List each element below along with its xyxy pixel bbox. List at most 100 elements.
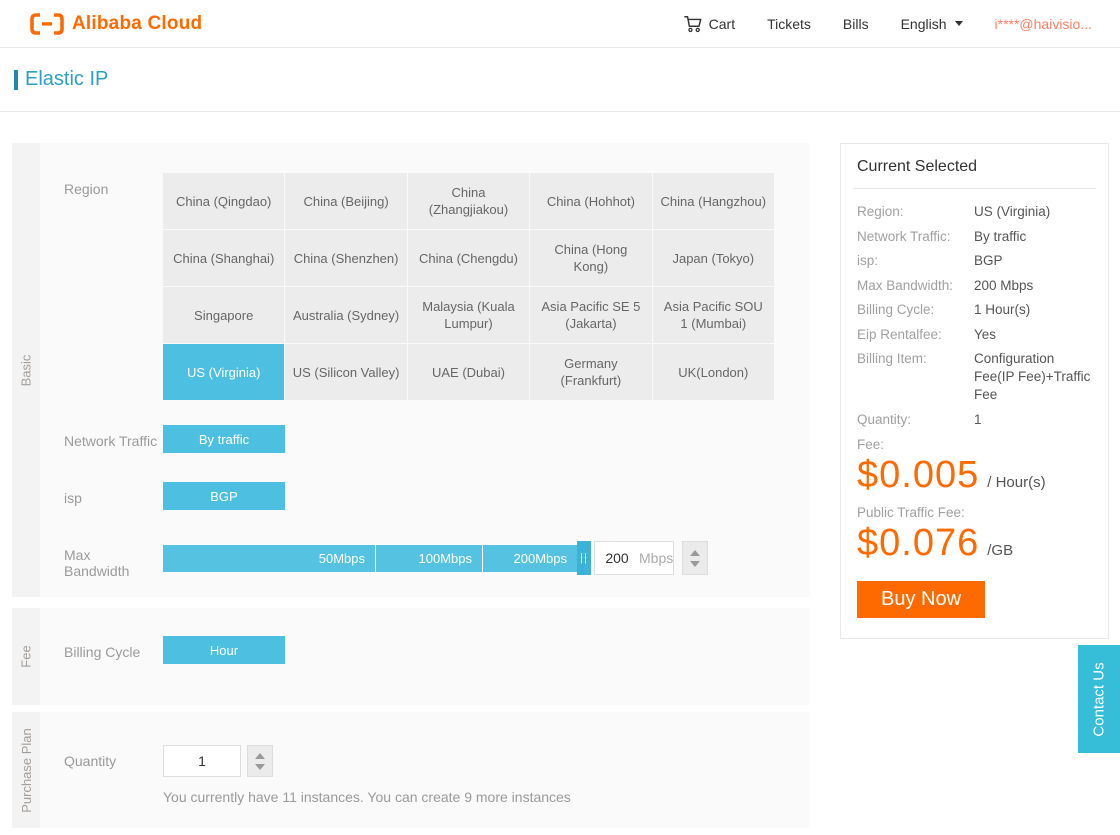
billing-cycle-label: Billing Cycle: [40, 636, 163, 660]
region-option[interactable]: China (Beijing): [285, 173, 406, 229]
bandwidth-slider-handle[interactable]: ||: [577, 541, 591, 575]
region-option[interactable]: Asia Pacific SE 5 (Jakarta): [530, 287, 651, 343]
traffic-fee-unit: /GB: [987, 542, 1013, 559]
alibaba-cloud-logo[interactable]: Alibaba Cloud: [30, 13, 202, 35]
max-bandwidth-label: Max Bandwidth: [40, 541, 163, 579]
quantity-row: Quantity You currently have 11 instances…: [40, 745, 810, 805]
current-selected-panel: Current Selected Region: US (Virginia) N…: [840, 143, 1109, 639]
region-label: Region: [40, 173, 163, 197]
nav-bills[interactable]: Bills: [843, 16, 869, 32]
quantity-controls: You currently have 11 instances. You can…: [163, 745, 571, 805]
fee-panel: Billing Cycle Hour: [40, 608, 810, 705]
region-row: Region China (Qingdao) China (Beijing) C…: [40, 173, 810, 400]
region-option[interactable]: UAE (Dubai): [408, 344, 529, 400]
region-option[interactable]: China (Qingdao): [163, 173, 284, 229]
region-option[interactable]: China (Zhangjiakou): [408, 173, 529, 229]
network-traffic-row: Network Traffic By traffic: [40, 425, 810, 453]
summary-row-isp: isp: BGP: [857, 252, 1092, 270]
summary-row-quantity: Quantity: 1: [857, 411, 1092, 429]
bandwidth-tick-200[interactable]: 200Mbps: [482, 545, 577, 572]
fee-price-line: $0.005 / Hour(s): [857, 454, 1092, 497]
region-grid: China (Qingdao) China (Beijing) China (Z…: [163, 173, 774, 400]
region-option[interactable]: China (Shenzhen): [285, 230, 406, 286]
region-option[interactable]: UK(London): [653, 344, 774, 400]
bandwidth-input[interactable]: [595, 550, 639, 566]
stepper-up-icon[interactable]: [255, 753, 265, 759]
section-strip-purchase-plan: Purchase Plan: [12, 712, 40, 828]
summary-row-value: 200 Mbps: [974, 277, 1092, 295]
traffic-fee-amount: $0.076: [857, 522, 979, 565]
billing-cycle-row: Billing Cycle Hour: [40, 636, 810, 664]
region-option[interactable]: China (Hangzhou): [653, 173, 774, 229]
buy-now-button[interactable]: Buy Now: [857, 581, 985, 618]
region-option[interactable]: Singapore: [163, 287, 284, 343]
region-option[interactable]: China (Hohhot): [530, 173, 651, 229]
stepper-down-icon[interactable]: [690, 561, 700, 567]
contact-us-label: Contact Us: [1091, 662, 1108, 736]
summary-row-label: Billing Item:: [857, 350, 974, 404]
quantity-label: Quantity: [40, 745, 163, 769]
nav-tickets-label: Tickets: [767, 16, 811, 32]
region-option[interactable]: US (Silicon Valley): [285, 344, 406, 400]
region-option[interactable]: China (Chengdu): [408, 230, 529, 286]
summary-row-label: Billing Cycle:: [857, 301, 974, 319]
network-traffic-option-selected[interactable]: By traffic: [163, 425, 285, 453]
bandwidth-stepper[interactable]: [682, 541, 708, 575]
fee-unit: / Hour(s): [987, 474, 1045, 491]
isp-row: isp BGP: [40, 482, 810, 510]
isp-option-selected[interactable]: BGP: [163, 482, 285, 510]
fee-label: Fee:: [857, 437, 1092, 452]
network-traffic-label: Network Traffic: [40, 425, 163, 449]
bandwidth-tick-100[interactable]: 100Mbps: [375, 545, 482, 572]
stepper-down-icon[interactable]: [255, 764, 265, 770]
language-dropdown[interactable]: English: [901, 16, 963, 32]
region-option[interactable]: Australia (Sydney): [285, 287, 406, 343]
max-bandwidth-row: Max Bandwidth 50Mbps 100Mbps 200Mbps || …: [40, 541, 810, 579]
title-accent-bar: [14, 70, 18, 90]
region-option-selected[interactable]: US (Virginia): [163, 344, 284, 400]
billing-cycle-option-selected[interactable]: Hour: [163, 636, 285, 664]
chevron-down-icon: [955, 21, 963, 26]
stepper-up-icon[interactable]: [690, 550, 700, 556]
summary-row-label: Quantity:: [857, 411, 974, 429]
region-option[interactable]: China (Hong Kong): [530, 230, 651, 286]
summary-row-value: Configuration Fee(IP Fee)+Traffic Fee: [974, 350, 1092, 404]
summary-row-region: Region: US (Virginia): [857, 203, 1092, 221]
language-label: English: [901, 16, 947, 32]
top-header: Alibaba Cloud Cart Tickets Bills English…: [0, 0, 1120, 48]
region-option[interactable]: Japan (Tokyo): [653, 230, 774, 286]
nav-tickets[interactable]: Tickets: [767, 16, 811, 32]
bandwidth-tick-50[interactable]: 50Mbps: [163, 545, 375, 572]
bandwidth-input-box: Mbps: [594, 541, 674, 575]
cart-icon: [683, 14, 703, 34]
region-option[interactable]: China (Shanghai): [163, 230, 284, 286]
quantity-note: You currently have 11 instances. You can…: [163, 789, 571, 805]
summary-row-value: 1: [974, 411, 1092, 429]
bandwidth-slider-track[interactable]: 50Mbps 100Mbps 200Mbps: [163, 545, 577, 572]
section-label-basic: Basic: [19, 354, 34, 386]
summary-row-value: US (Virginia): [974, 203, 1092, 221]
region-option[interactable]: Asia Pacific SOU 1 (Mumbai): [653, 287, 774, 343]
section-label-fee: Fee: [19, 645, 34, 667]
region-option[interactable]: Malaysia (Kuala Lumpur): [408, 287, 529, 343]
summary-row-value: 1 Hour(s): [974, 301, 1092, 319]
quantity-stepper[interactable]: [247, 745, 273, 777]
fee-amount: $0.005: [857, 454, 979, 497]
traffic-fee-price-line: $0.076 /GB: [857, 522, 1092, 565]
region-option[interactable]: Germany (Frankfurt): [530, 344, 651, 400]
summary-row-value: By traffic: [974, 228, 1092, 246]
nav-cart-label: Cart: [709, 16, 735, 32]
summary-row-value: Yes: [974, 326, 1092, 344]
summary-row-label: Eip Rentalfee:: [857, 326, 974, 344]
account-email[interactable]: i****@haivisio...: [995, 16, 1092, 32]
summary-row-eip-rentalfee: Eip Rentalfee: Yes: [857, 326, 1092, 344]
quantity-input[interactable]: [163, 745, 241, 777]
bandwidth-unit: Mbps: [639, 550, 673, 566]
contact-us-tab[interactable]: Contact Us: [1078, 645, 1120, 753]
section-strip-fee: Fee: [12, 608, 40, 705]
nav-cart[interactable]: Cart: [683, 14, 735, 34]
isp-label: isp: [40, 482, 163, 506]
summary-row-value: BGP: [974, 252, 1092, 270]
alibaba-cloud-logo-icon: [30, 13, 64, 35]
page-title-band: Elastic IP: [0, 48, 1120, 112]
